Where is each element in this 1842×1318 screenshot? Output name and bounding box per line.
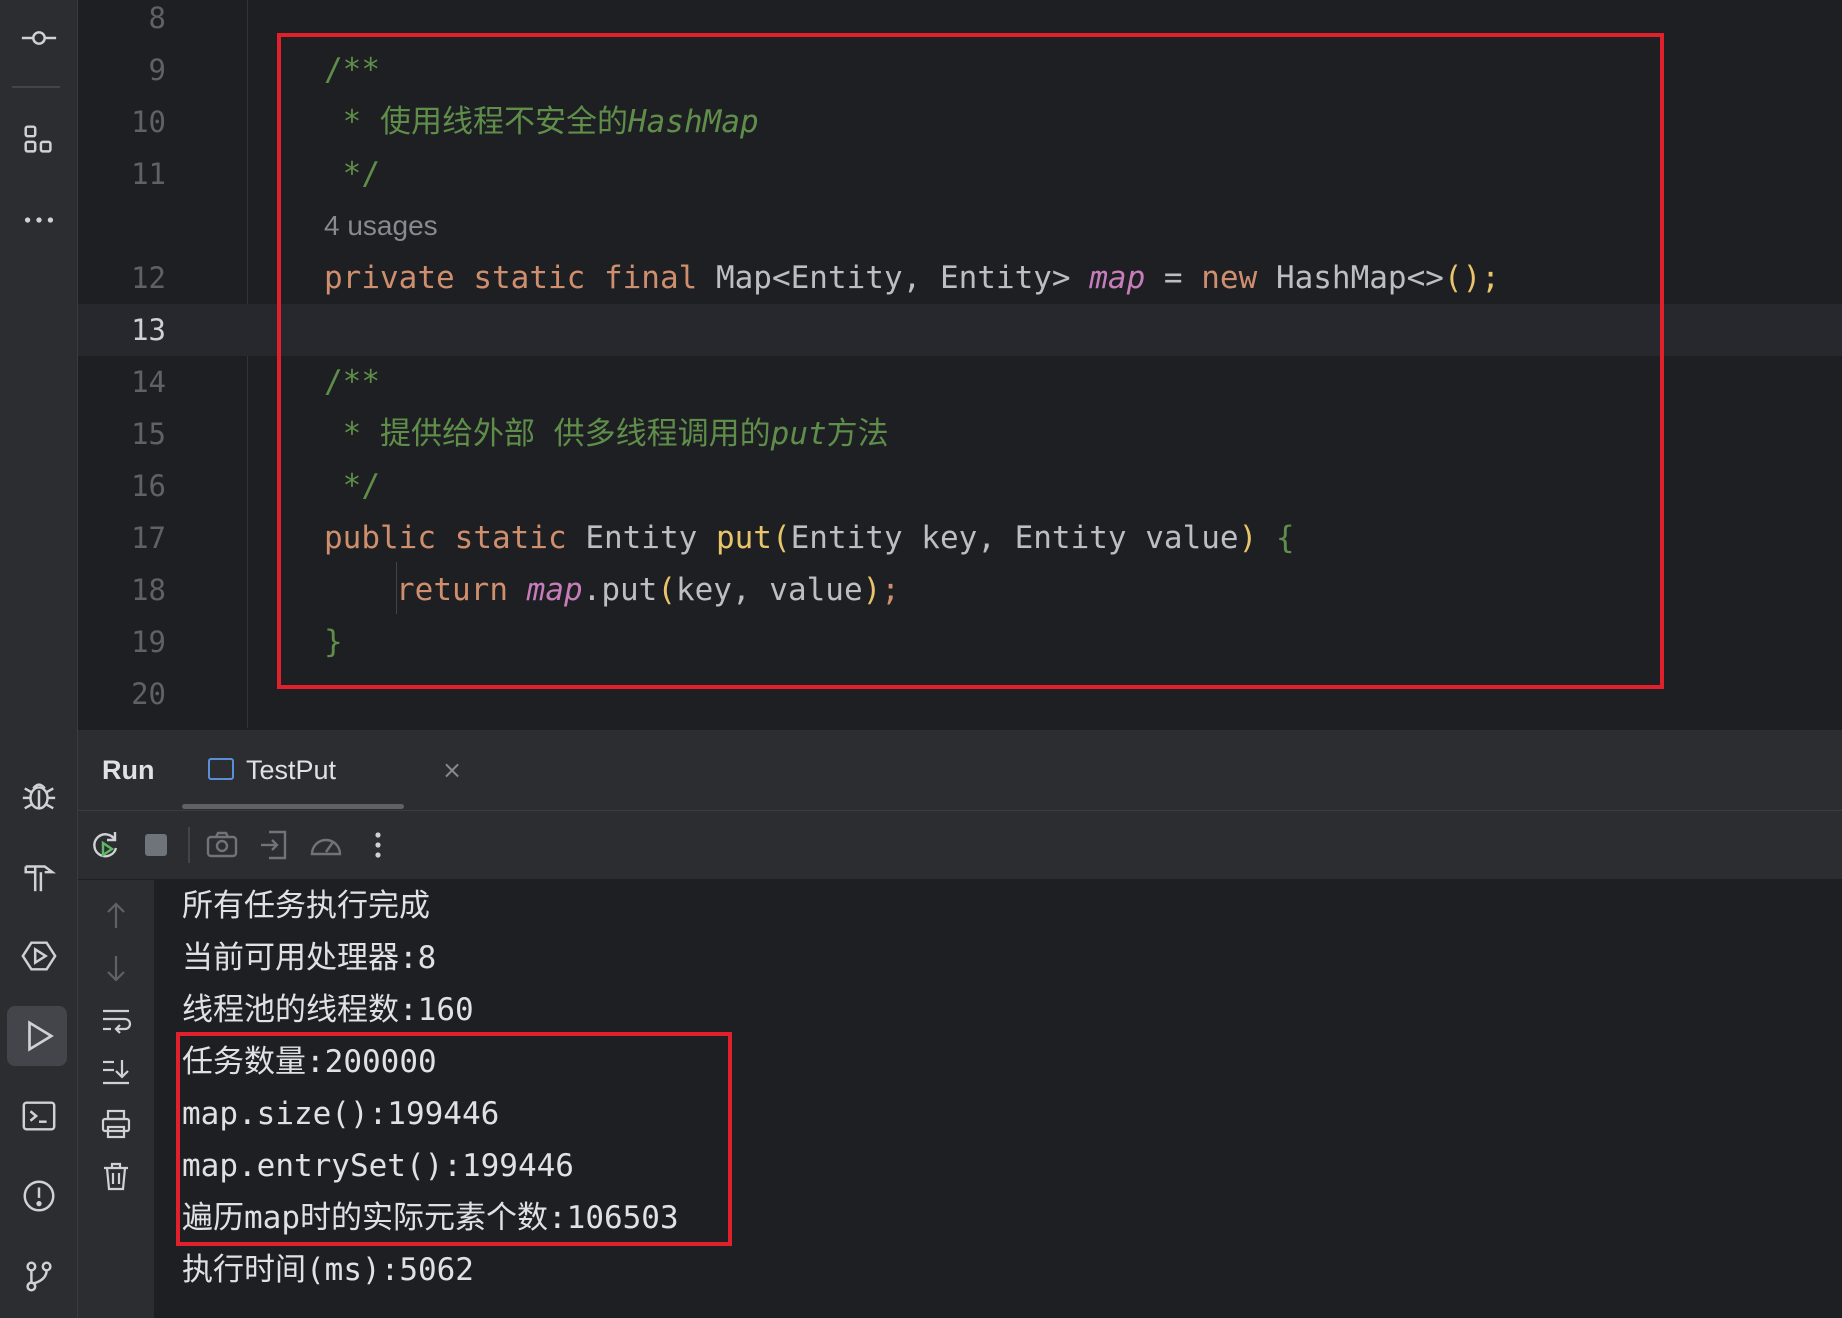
- console-line: 执行时间(ms):5062: [182, 1252, 474, 1288]
- toolbar-separator: [188, 827, 190, 863]
- code-editor[interactable]: 8 9 /** 10 * 使用线程不安全的HashMap 11 */ 4 usa…: [78, 0, 1842, 728]
- line-number: 17: [131, 521, 166, 555]
- line-number: 20: [131, 677, 166, 711]
- line-number: 8: [148, 1, 166, 35]
- line-number: 11: [131, 157, 166, 191]
- code-text: */: [324, 468, 380, 504]
- structure-icon[interactable]: [0, 110, 77, 170]
- commit-icon[interactable]: [0, 8, 77, 68]
- console-output[interactable]: 所有任务执行完成 当前可用处理器:8 线程池的线程数:160 任务数量:2000…: [155, 880, 1842, 1318]
- code-line: 19 }: [78, 616, 1842, 668]
- more-icon[interactable]: [0, 190, 77, 250]
- code-line: 20: [78, 668, 1842, 720]
- scroll-down-icon[interactable]: [96, 948, 136, 988]
- ide-window: 8 9 /** 10 * 使用线程不安全的HashMap 11 */ 4 usa…: [0, 0, 1842, 1318]
- code-line: 17 public static Entity put(Entity key, …: [78, 512, 1842, 564]
- tab-testput[interactable]: TestPut ×: [182, 730, 462, 810]
- code-line: 16 */: [78, 460, 1842, 512]
- code-text: /**: [324, 364, 380, 400]
- code-text: /**: [324, 52, 380, 88]
- line-number: 15: [131, 417, 166, 451]
- code-line: 9 /**: [78, 44, 1842, 96]
- console-line: 线程池的线程数:160: [182, 992, 474, 1028]
- scroll-up-icon[interactable]: [96, 896, 136, 936]
- build-icon[interactable]: [0, 846, 77, 906]
- line-number: 19: [131, 625, 166, 659]
- run-panel-header: Run TestPut ×: [78, 730, 1842, 811]
- run-icon[interactable]: [0, 1006, 77, 1066]
- code-text: */: [324, 156, 380, 192]
- line-number: 14: [131, 365, 166, 399]
- line-number: 10: [131, 105, 166, 139]
- tab-close-icon[interactable]: ×: [442, 730, 462, 810]
- print-icon[interactable]: [96, 1104, 136, 1144]
- console-line: map.size():199446: [182, 1096, 500, 1132]
- console-line: 当前可用处理器:8: [182, 940, 437, 976]
- line-number: 9: [148, 53, 166, 87]
- soft-wrap-icon[interactable]: [96, 1000, 136, 1040]
- run-toolbar: [78, 811, 1842, 879]
- line-number: 18: [131, 573, 166, 607]
- code-line: 11 */: [78, 148, 1842, 200]
- strip-separator: [12, 86, 60, 88]
- active-tab-indicator: [182, 804, 404, 809]
- more-vertical-icon[interactable]: [358, 825, 398, 865]
- stop-icon[interactable]: [136, 825, 176, 865]
- services-icon[interactable]: [0, 926, 77, 986]
- indent-guide: [396, 562, 397, 614]
- line-number: 12: [131, 261, 166, 295]
- code-line: 8: [78, 0, 1842, 44]
- tab-label: TestPut: [246, 755, 337, 785]
- debug-icon[interactable]: [0, 766, 77, 826]
- code-text: * 使用线程不安全的HashMap: [324, 104, 759, 140]
- code-text: public static Entity put(Entity key, Ent…: [324, 520, 1295, 556]
- line-number: 13: [131, 313, 166, 347]
- code-line: 15 * 提供给外部 供多线程调用的put方法: [78, 408, 1842, 460]
- rerun-icon[interactable]: [85, 825, 125, 865]
- git-icon[interactable]: [0, 1246, 77, 1306]
- console-line: map.entrySet():199446: [182, 1148, 574, 1184]
- code-line: 12 private static final Map<Entity, Enti…: [78, 252, 1842, 304]
- code-text: return map.put(key, value);: [396, 572, 900, 608]
- restore-layout-icon[interactable]: [254, 825, 294, 865]
- tool-strip: [0, 0, 78, 1318]
- run-panel-title[interactable]: Run: [102, 730, 154, 810]
- line-number: 16: [131, 469, 166, 503]
- problems-icon[interactable]: [0, 1166, 77, 1226]
- console-line: 遍历map时的实际元素个数:106503: [182, 1200, 679, 1236]
- console-line: 任务数量:200000: [182, 1044, 437, 1080]
- console-line: 所有任务执行完成: [182, 888, 430, 924]
- profiler-icon[interactable]: [306, 825, 346, 865]
- code-line: 14 /**: [78, 356, 1842, 408]
- code-line: 18 return map.put(key, value);: [78, 564, 1842, 616]
- console-side-actions: [78, 880, 154, 1318]
- terminal-icon[interactable]: [0, 1086, 77, 1146]
- code-text: * 提供给外部 供多线程调用的put方法: [324, 416, 889, 452]
- console-tab-icon: [208, 758, 234, 780]
- current-code-line: 13: [78, 304, 1842, 356]
- clear-icon[interactable]: [96, 1156, 136, 1196]
- usages-hint[interactable]: 4 usages: [324, 200, 438, 252]
- code-line: 10 * 使用线程不安全的HashMap: [78, 96, 1842, 148]
- screenshot-icon[interactable]: [202, 825, 242, 865]
- code-text: private static final Map<Entity, Entity>…: [324, 260, 1500, 296]
- scroll-to-end-icon[interactable]: [96, 1052, 136, 1092]
- code-text: }: [324, 624, 343, 660]
